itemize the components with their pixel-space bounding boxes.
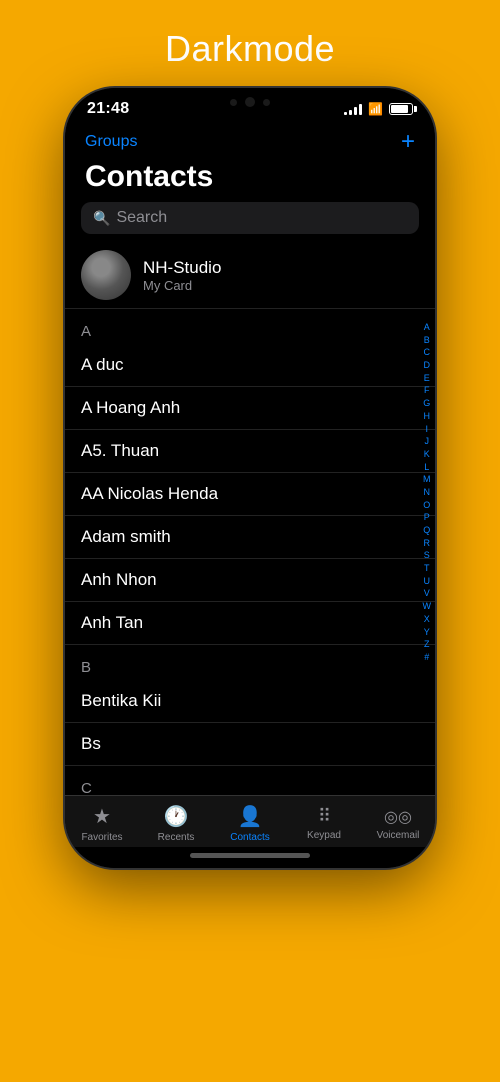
keypad-icon: ⠿ (318, 806, 330, 827)
status-right: 📶 (344, 102, 413, 116)
contact-row[interactable]: Anh Tan (65, 602, 435, 645)
notch (185, 88, 315, 116)
alpha-s[interactable]: S (424, 550, 430, 562)
favorites-label: Favorites (81, 832, 122, 843)
wifi-icon: 📶 (368, 102, 383, 116)
phone-screen: 21:48 📶 Groups + Co (65, 88, 435, 868)
contact-row[interactable]: Bs (65, 723, 435, 766)
home-indicator (65, 847, 435, 868)
favorites-icon: ★ (93, 804, 111, 829)
alpha-t[interactable]: T (424, 563, 430, 575)
nav-bar: Groups + (65, 122, 435, 158)
search-bar[interactable]: 🔍 Search (81, 202, 419, 234)
alpha-x[interactable]: X (424, 614, 430, 626)
section-header-c: C (65, 766, 435, 795)
my-card-info: NH-Studio My Card (143, 258, 221, 293)
battery-icon (389, 103, 413, 115)
alpha-r[interactable]: R (424, 538, 431, 550)
signal-bar-1 (344, 112, 347, 115)
content-area: Groups + Contacts 🔍 Search NH-Studio (65, 122, 435, 795)
alpha-e[interactable]: E (424, 373, 430, 385)
search-placeholder: Search (116, 209, 167, 227)
tab-bar: ★ Favorites 🕐 Recents 👤 Contacts ⠿ Keypa… (65, 795, 435, 847)
avatar-image (81, 250, 131, 300)
alpha-index[interactable]: A B C D E F G H I J K L M N O P Q (423, 322, 432, 664)
tab-voicemail[interactable]: ◎◎ Voicemail (361, 807, 435, 841)
my-card-name: NH-Studio (143, 258, 221, 278)
notch-dot (263, 99, 270, 106)
avatar (81, 250, 131, 300)
alpha-p[interactable]: P (424, 512, 430, 524)
contacts-list[interactable]: NH-Studio My Card A A duc A Hoang Anh A5… (65, 242, 435, 795)
alpha-y[interactable]: Y (424, 627, 430, 639)
contact-row[interactable]: Anh Nhon (65, 559, 435, 602)
voicemail-icon: ◎◎ (384, 807, 412, 827)
alpha-i[interactable]: I (425, 424, 428, 436)
phone-frame: 21:48 📶 Groups + Co (65, 88, 435, 868)
notch-camera (245, 97, 255, 107)
alpha-f[interactable]: F (424, 385, 430, 397)
alpha-m[interactable]: M (423, 474, 431, 486)
search-icon: 🔍 (93, 210, 110, 227)
contact-row[interactable]: A Hoang Anh (65, 387, 435, 430)
tab-keypad[interactable]: ⠿ Keypad (287, 806, 361, 841)
tab-contacts[interactable]: 👤 Contacts (213, 804, 287, 843)
groups-button[interactable]: Groups (85, 133, 137, 151)
voicemail-label: Voicemail (377, 830, 420, 841)
contact-row[interactable]: Bentika Kii (65, 680, 435, 723)
alpha-q[interactable]: Q (423, 525, 430, 537)
contact-row[interactable]: A5. Thuan (65, 430, 435, 473)
recents-label: Recents (158, 832, 195, 843)
alpha-v[interactable]: V (424, 588, 430, 600)
signal-bar-2 (349, 110, 352, 115)
alpha-w[interactable]: W (423, 601, 432, 613)
section-header-a: A (65, 309, 435, 344)
battery-fill (391, 105, 408, 113)
recents-icon: 🕐 (164, 804, 189, 829)
section-header-b: B (65, 645, 435, 680)
my-card[interactable]: NH-Studio My Card (65, 242, 435, 309)
alpha-l[interactable]: L (424, 462, 429, 474)
alpha-d[interactable]: D (424, 360, 431, 372)
page-title-text: Darkmode (165, 28, 335, 70)
keypad-label: Keypad (307, 830, 341, 841)
alpha-n[interactable]: N (424, 487, 431, 499)
home-bar (190, 853, 310, 858)
alpha-g[interactable]: G (423, 398, 430, 410)
status-time: 21:48 (87, 100, 129, 118)
tab-recents[interactable]: 🕐 Recents (139, 804, 213, 843)
alpha-z[interactable]: Z (424, 639, 430, 651)
contact-row[interactable]: AA Nicolas Henda (65, 473, 435, 516)
alpha-b[interactable]: B (424, 335, 430, 347)
notch-sensor (230, 99, 237, 106)
signal-bars (344, 103, 362, 115)
contacts-title: Contacts (65, 158, 435, 202)
contact-row[interactable]: Adam smith (65, 516, 435, 559)
alpha-hash[interactable]: # (424, 652, 429, 664)
contact-row[interactable]: A duc (65, 344, 435, 387)
alpha-k[interactable]: K (424, 449, 430, 461)
signal-bar-4 (359, 104, 362, 115)
add-contact-button[interactable]: + (401, 128, 415, 156)
alpha-c[interactable]: C (424, 347, 431, 359)
alpha-u[interactable]: U (424, 576, 431, 588)
contacts-icon: 👤 (238, 804, 263, 829)
contacts-label: Contacts (230, 832, 269, 843)
my-card-subtitle: My Card (143, 278, 221, 293)
alpha-j[interactable]: J (425, 436, 430, 448)
alpha-a[interactable]: A (424, 322, 430, 334)
alpha-h[interactable]: H (424, 411, 431, 423)
signal-bar-3 (354, 107, 357, 115)
tab-favorites[interactable]: ★ Favorites (65, 804, 139, 843)
alpha-o[interactable]: O (423, 500, 430, 512)
